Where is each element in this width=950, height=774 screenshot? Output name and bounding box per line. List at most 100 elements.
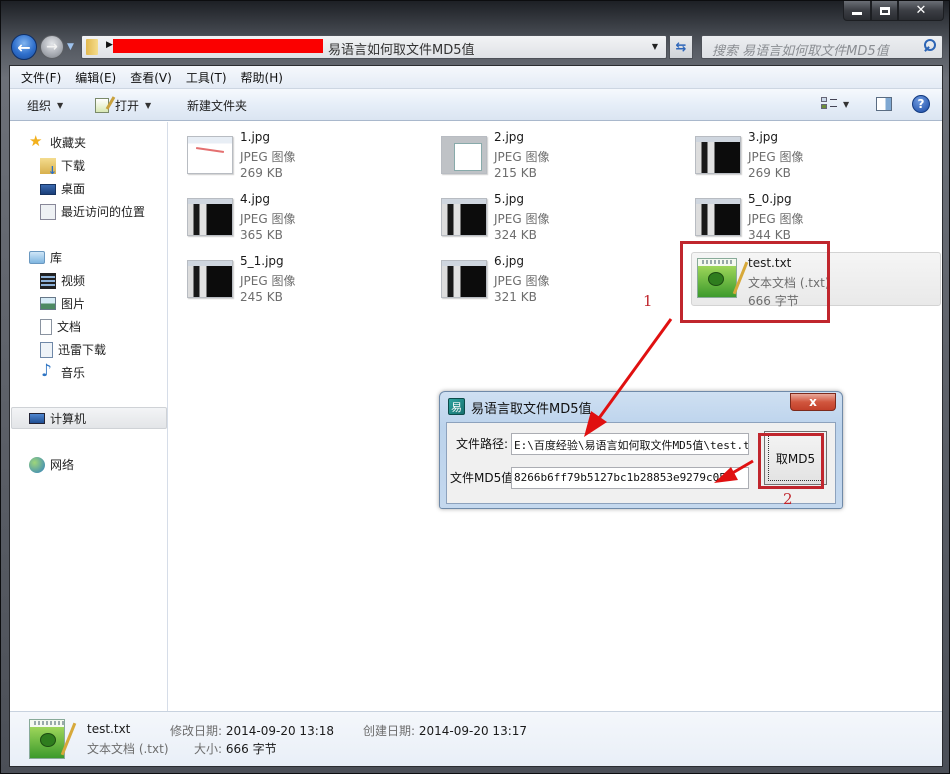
chevron-down-icon[interactable]: ▼: [145, 101, 151, 110]
new-folder-label: 新建文件夹: [187, 99, 248, 113]
sidebar-item-label: 文档: [57, 320, 82, 334]
address-dropdown-icon[interactable]: ▼: [652, 42, 658, 51]
sidebar-item-videos[interactable]: 视频: [40, 272, 85, 289]
help-button[interactable]: ?: [912, 95, 930, 113]
sidebar-item-label: 图片: [61, 297, 86, 311]
maximize-button[interactable]: [871, 1, 898, 21]
file-type: JPEG 图像: [748, 212, 804, 226]
sidebar-item-network[interactable]: 网络: [29, 456, 74, 473]
open-button[interactable]: 打开 ▼: [95, 97, 151, 114]
picture-icon: [40, 297, 56, 310]
file-item[interactable]: 5_1.jpg JPEG 图像 245 KB: [187, 254, 427, 310]
close-icon: ✕: [915, 3, 927, 18]
recent-pages-dropdown[interactable]: ▼: [67, 42, 74, 52]
refresh-button[interactable]: ⇆: [669, 35, 693, 59]
breadcrumb-current[interactable]: 易语言如何取文件MD5值: [328, 39, 475, 58]
sidebar-item-computer[interactable]: 计算机: [29, 410, 86, 427]
close-button[interactable]: ✕: [898, 1, 944, 21]
breadcrumb-chevron-icon[interactable]: ▶: [106, 40, 113, 50]
file-name: 4.jpg: [240, 192, 271, 206]
sidebar-item-label: 收藏夹: [50, 136, 87, 150]
search-input[interactable]: 搜索 易语言如何取文件MD5值: [701, 35, 943, 59]
address-bar[interactable]: ▶ 易语言如何取文件MD5值 ▼: [81, 35, 667, 59]
menu-edit[interactable]: 编辑(E): [73, 69, 124, 86]
sidebar-item-music[interactable]: 音乐: [40, 361, 85, 381]
refresh-icon: ⇆: [675, 39, 687, 55]
back-button[interactable]: ←: [11, 34, 37, 60]
file-size: 215 KB: [494, 166, 537, 180]
file-size: 344 KB: [748, 228, 791, 242]
file-type: JPEG 图像: [240, 274, 296, 288]
created-value: 2014-09-20 13:17: [418, 724, 528, 738]
file-name: 5_1.jpg: [240, 254, 284, 268]
menu-tools[interactable]: 工具(T): [184, 69, 235, 86]
organize-button[interactable]: 组织 ▼: [27, 97, 63, 114]
file-size: 269 KB: [748, 166, 791, 180]
caption-buttons: ✕: [843, 1, 944, 21]
file-type: JPEG 图像: [494, 150, 550, 164]
change-view-button[interactable]: ▼: [821, 97, 849, 111]
menu-file[interactable]: 文件(F): [19, 69, 69, 86]
app-icon: 易: [448, 398, 465, 415]
file-item[interactable]: 5.jpg JPEG 图像 324 KB: [441, 192, 681, 248]
details-file-name: test.txt: [87, 722, 131, 736]
path-label: 文件路径:: [456, 437, 509, 451]
file-name: 5.jpg: [494, 192, 525, 206]
preview-pane-button[interactable]: [876, 97, 892, 111]
file-item[interactable]: 5_0.jpg JPEG 图像 344 KB: [695, 192, 935, 248]
sidebar-item-label: 下载: [61, 159, 86, 173]
star-icon: [29, 132, 45, 151]
file-size: 269 KB: [240, 166, 283, 180]
md5-value-input[interactable]: 8266b6ff79b5127bc1b28853e9279c05: [511, 467, 749, 489]
notepad-file-icon: [29, 719, 65, 759]
minimize-button[interactable]: [843, 1, 871, 21]
file-path-input[interactable]: E:\百度经验\易语言如何取文件MD5值\test.txt: [511, 433, 749, 455]
sidebar-item-downloads[interactable]: 下载: [40, 157, 86, 177]
file-type: JPEG 图像: [240, 150, 296, 164]
sidebar-item-documents[interactable]: 文档: [40, 318, 81, 335]
image-thumbnail: [187, 198, 233, 236]
dialog-close-button[interactable]: x: [790, 393, 836, 411]
search-icon[interactable]: [922, 39, 936, 55]
file-item[interactable]: 4.jpg JPEG 图像 365 KB: [187, 192, 427, 248]
created-label: 创建日期:: [363, 724, 416, 738]
file-size: 365 KB: [240, 228, 283, 242]
file-size: 324 KB: [494, 228, 537, 242]
details-size: 大小: 666 字节: [194, 740, 277, 757]
forward-arrow-icon: →: [46, 39, 58, 55]
file-item[interactable]: 3.jpg JPEG 图像 269 KB: [695, 130, 935, 186]
sidebar-item-favorites[interactable]: 收藏夹: [29, 132, 87, 151]
folder-icon: [86, 39, 98, 55]
file-name: 3.jpg: [748, 130, 779, 144]
sidebar-item-label: 视频: [61, 274, 86, 288]
sidebar-item-libraries[interactable]: 库: [29, 249, 62, 266]
chevron-down-icon[interactable]: ▼: [843, 100, 849, 109]
size-value: 666 字节: [225, 742, 277, 756]
image-thumbnail: [441, 136, 487, 174]
details-file-type: 文本文档 (.txt): [87, 742, 169, 756]
sidebar-item-label: 迅雷下载: [58, 343, 107, 357]
sidebar-item-desktop[interactable]: 桌面: [40, 180, 85, 197]
forward-button[interactable]: →: [40, 35, 64, 59]
new-folder-button[interactable]: 新建文件夹: [187, 97, 247, 114]
menu-help[interactable]: 帮助(H): [239, 69, 291, 86]
image-thumbnail: [695, 136, 741, 174]
file-name: 6.jpg: [494, 254, 525, 268]
sidebar-item-xunlei-downloads[interactable]: 迅雷下载: [40, 341, 106, 358]
menu-view[interactable]: 查看(V): [128, 69, 180, 86]
details-modified: 修改日期: 2014-09-20 13:18: [170, 722, 334, 739]
search-placeholder: 搜索 易语言如何取文件MD5值: [712, 44, 889, 59]
maximize-icon: [879, 6, 890, 15]
annotation-box-2: [758, 433, 824, 489]
file-size: 321 KB: [494, 290, 537, 304]
sidebar-item-pictures[interactable]: 图片: [40, 295, 85, 312]
navigation-pane: 收藏夹 下载 桌面 最近访问的位置 库 视频: [10, 122, 168, 711]
document-icon: [40, 318, 52, 335]
notepad-icon: [95, 98, 109, 113]
file-item[interactable]: 2.jpg JPEG 图像 215 KB: [441, 130, 681, 186]
desktop-icon: [40, 184, 56, 195]
sidebar-item-recent-places[interactable]: 最近访问的位置: [40, 203, 145, 220]
sidebar-item-label: 计算机: [50, 412, 87, 426]
file-item[interactable]: 1.jpg JPEG 图像 269 KB: [187, 130, 427, 186]
annotation-step-2: 2: [783, 490, 793, 508]
